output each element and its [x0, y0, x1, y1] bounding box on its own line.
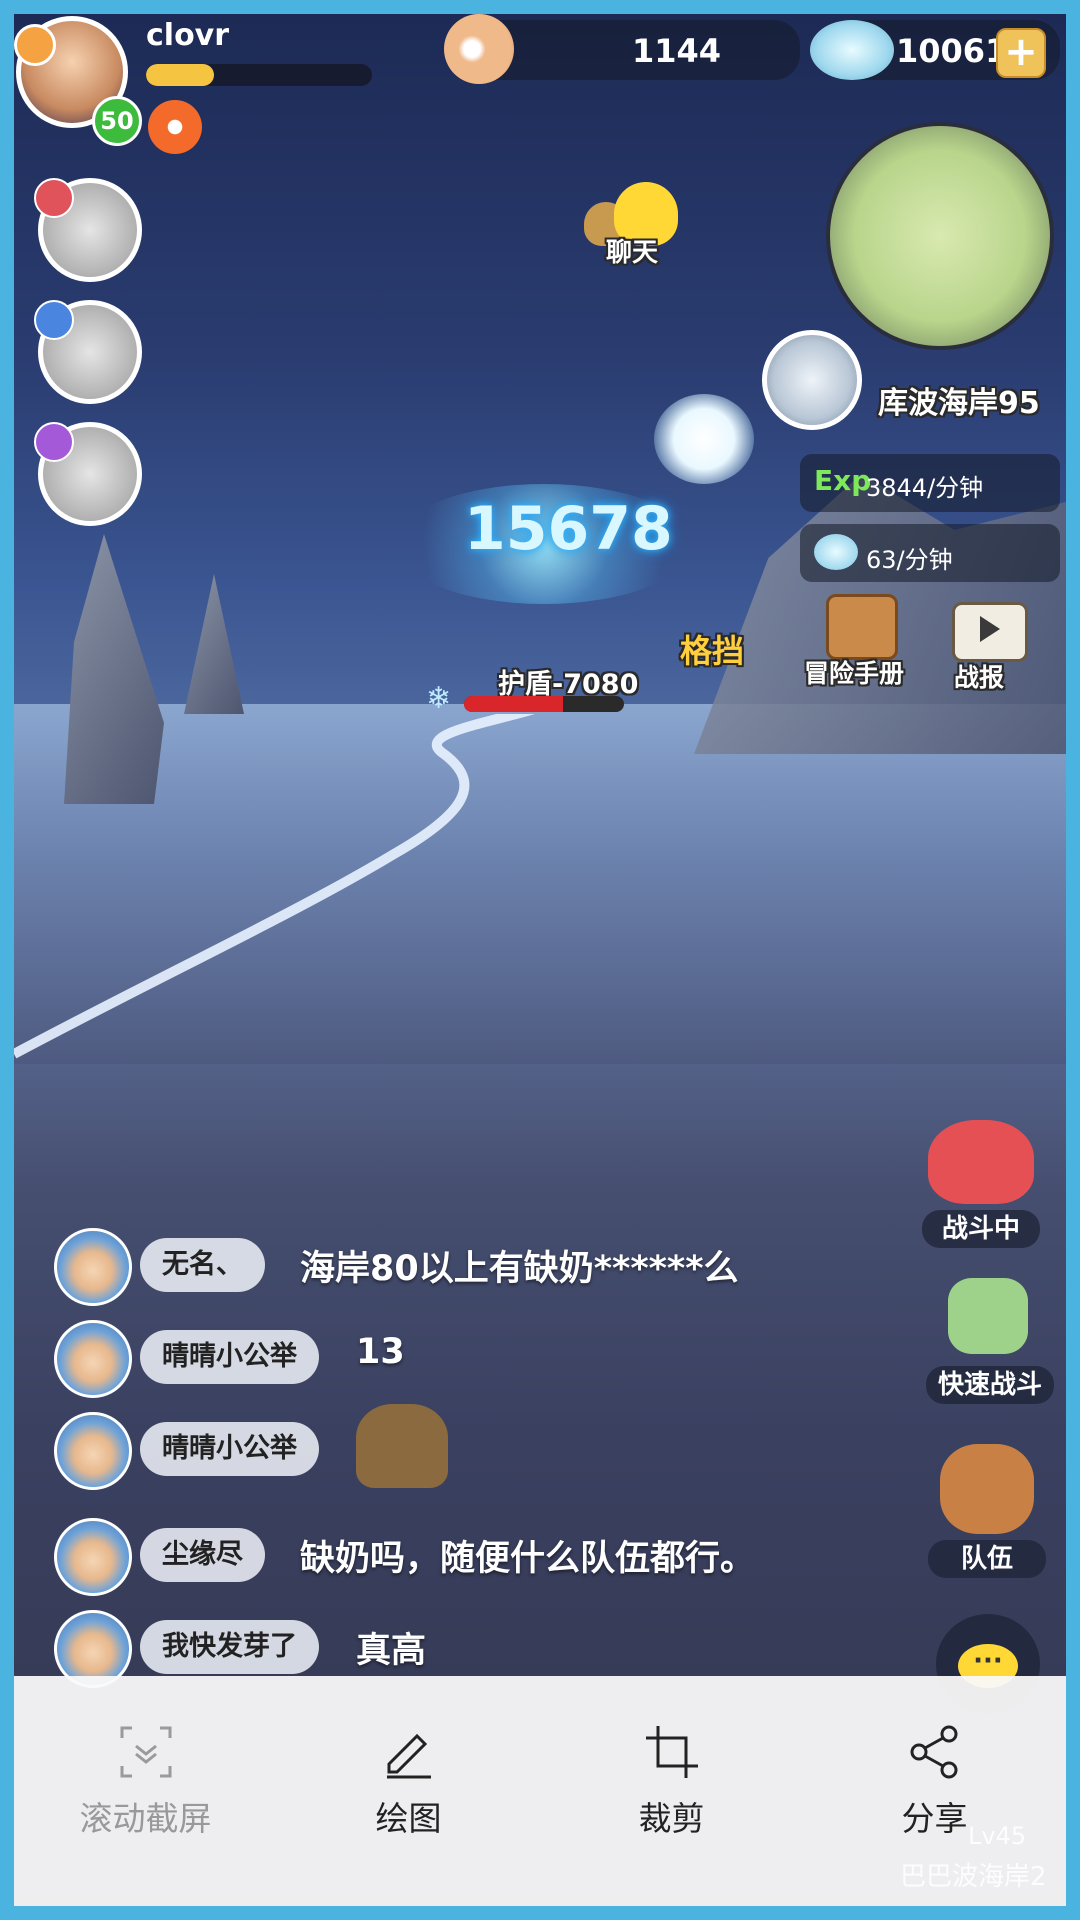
shell-rate: 63/分钟 [866, 546, 953, 574]
light-trail [14, 714, 535, 1059]
moon [654, 394, 754, 484]
frost-icon: ❄ [426, 681, 452, 716]
adventure-manual-button[interactable]: 冒险手册 [804, 590, 914, 700]
exp-rate-prefix: Exp [814, 464, 872, 497]
chat-avatar [54, 1518, 132, 1596]
chat-sender: 无名、 [140, 1238, 265, 1292]
quick-battle-icon [948, 1278, 1028, 1354]
quick-battle-button[interactable]: 快速战斗 [926, 1268, 1054, 1408]
book-icon [826, 594, 898, 660]
level-badge: 50 [92, 96, 142, 146]
chat-sender: 我快发芽了 [140, 1620, 319, 1674]
exp-bar-fill [146, 64, 214, 86]
fighting-button[interactable]: 战斗中 [922, 1110, 1040, 1250]
chat-message: 缺奶吗，随便什么队伍都行。 [300, 1539, 756, 1579]
play-icon [980, 616, 1000, 642]
location-name: 库波海岸95 [878, 386, 1040, 421]
teammate-badge-3 [34, 422, 74, 462]
shell-rate-icon [814, 534, 858, 570]
buff-icon[interactable] [148, 100, 202, 154]
chat-message: 海岸80以上有缺奶******么 [300, 1249, 739, 1289]
share-button[interactable]: 分享 [803, 1676, 1066, 1906]
chat-label: 聊天 [606, 238, 659, 268]
battle-report-button[interactable]: 战报 [932, 602, 1042, 702]
player-class-icon [14, 24, 56, 66]
team-icon [940, 1444, 1034, 1534]
pearl-count: 1144 [632, 32, 722, 70]
crop-button[interactable]: 裁剪 [540, 1676, 803, 1906]
pearl-icon [444, 14, 514, 84]
screenshot-toolbar: Lv45 巴巴波海岸2 滚动截屏 绘图 裁剪 分享 [14, 1676, 1066, 1906]
scroll-screenshot-button[interactable]: 滚动截屏 [14, 1676, 277, 1906]
chat-sticker [356, 1404, 448, 1488]
chat-sender: 尘缘尽 [140, 1528, 265, 1582]
scroll-screenshot-icon [120, 1726, 172, 1778]
add-currency-button[interactable]: + [996, 28, 1046, 78]
damage-number: 15678 [464, 494, 673, 564]
share-icon [910, 1725, 958, 1779]
chat-sender: 晴晴小公举 [140, 1330, 319, 1384]
enemy-hp-bar [464, 696, 624, 712]
chat-avatar [54, 1412, 132, 1490]
teammate-badge-2 [34, 300, 74, 340]
chat-icon[interactable]: 聊天 [574, 182, 694, 272]
exp-rate: 3844/分钟 [866, 474, 984, 502]
team-button[interactable]: 队伍 [928, 1434, 1046, 1584]
player-name: clovr [146, 18, 230, 53]
enemy-hp-fill [464, 696, 564, 712]
teammate-badge-1 [34, 178, 74, 218]
rock-left-small [184, 574, 244, 714]
minimap[interactable] [826, 122, 1054, 350]
draw-button[interactable]: 绘图 [277, 1676, 540, 1906]
exp-bar [146, 64, 372, 86]
shell-count: 10061 [896, 32, 1008, 70]
game-viewport: 50 clovr 1144 10061 + 聊天 库波海岸95 Exp 3844… [14, 14, 1066, 1906]
chat-message: 13 [356, 1332, 405, 1372]
crop-icon [646, 1726, 698, 1778]
fighting-monster-icon [928, 1120, 1034, 1204]
chat-avatar [54, 1228, 132, 1306]
chat-message: 真高 [356, 1631, 427, 1671]
chat-avatar [54, 1320, 132, 1398]
chat-sender: 晴晴小公举 [140, 1422, 319, 1476]
shell-icon [810, 20, 894, 80]
block-text: 格挡 [680, 632, 745, 670]
pen-icon [387, 1733, 431, 1779]
location-avatar [762, 330, 862, 430]
